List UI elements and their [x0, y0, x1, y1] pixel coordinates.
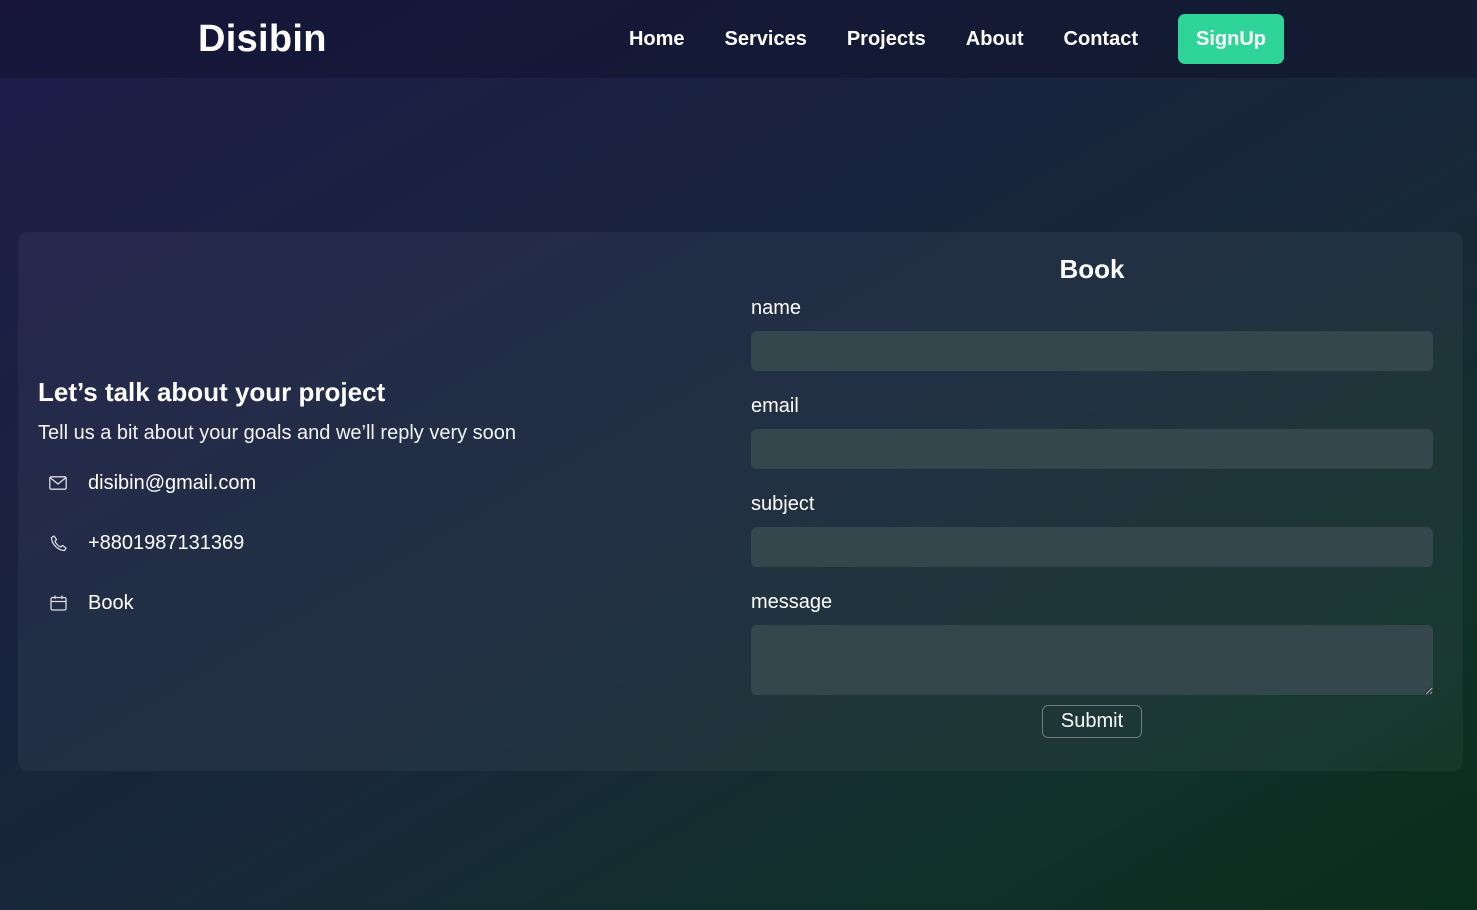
nav-link-services[interactable]: Services: [725, 14, 807, 64]
nav-link-contact[interactable]: Contact: [1064, 14, 1138, 64]
submit-wrap: Submit: [751, 705, 1433, 738]
nav-link-about[interactable]: About: [966, 14, 1024, 64]
contact-headline: Let’s talk about your project: [38, 377, 386, 407]
message-field[interactable]: [751, 625, 1433, 695]
contact-email[interactable]: disibin@gmail.com: [88, 472, 256, 495]
message-label: message: [751, 591, 833, 613]
nav-links: Home Services Projects About Contact Sig…: [629, 14, 1284, 64]
calendar-icon: [48, 593, 68, 613]
name-field[interactable]: [751, 331, 1433, 371]
contact-phone-row: +8801987131369: [38, 529, 638, 557]
name-label: name: [751, 297, 802, 319]
contact-info: Let’s talk about your project Tell us a …: [38, 377, 638, 649]
subject-label: subject: [751, 493, 815, 515]
phone-icon: [48, 533, 68, 553]
contact-email-row: disibin@gmail.com: [38, 469, 638, 497]
email-field[interactable]: [751, 429, 1433, 469]
contact-phone[interactable]: +8801987131369: [88, 532, 244, 555]
subject-field[interactable]: [751, 527, 1433, 567]
submit-button[interactable]: Submit: [1042, 705, 1142, 738]
booking-form: Book name email subject message Submit: [751, 254, 1433, 738]
navbar: Disibin Home Services Projects About Con…: [0, 0, 1477, 78]
nav-link-projects[interactable]: Projects: [847, 14, 926, 64]
envelope-icon: [48, 473, 68, 493]
nav-link-home[interactable]: Home: [629, 14, 685, 64]
signup-button[interactable]: SignUp: [1178, 14, 1284, 64]
contact-tagline: Tell us a bit about your goals and we’ll…: [38, 422, 517, 444]
contact-card: Let’s talk about your project Tell us a …: [18, 232, 1463, 771]
contact-book-row: Book: [38, 589, 638, 617]
email-label: email: [751, 395, 799, 417]
brand-logo[interactable]: Disibin: [198, 18, 327, 61]
form-title: Book: [1059, 254, 1125, 284]
contact-book-link[interactable]: Book: [88, 592, 134, 615]
